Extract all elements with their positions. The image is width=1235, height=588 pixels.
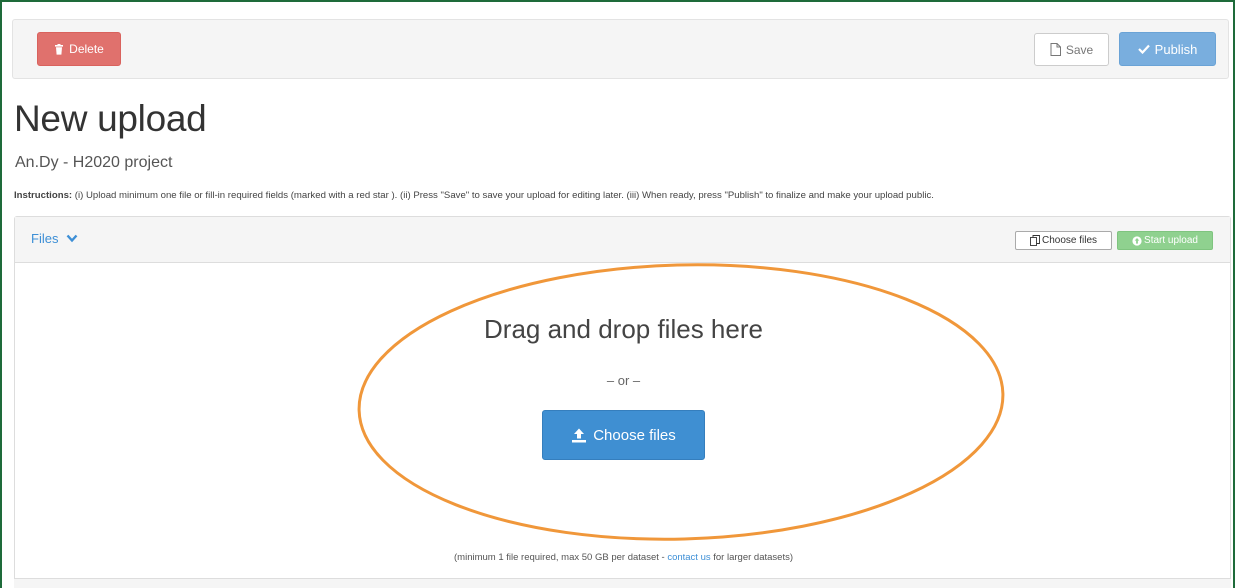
start-upload-label: Start upload — [1144, 235, 1198, 246]
check-icon — [1137, 44, 1150, 54]
choose-files-small-button[interactable]: Choose files — [1015, 231, 1112, 250]
drop-zone-text: Drag and drop files here — [484, 314, 763, 344]
files-toggle-label: Files — [31, 231, 59, 246]
files-panel: Files Choose files Start upload Drag and… — [14, 216, 1231, 588]
upload-circle-icon — [1132, 235, 1142, 246]
upload-icon — [572, 428, 587, 442]
start-upload-button[interactable]: Start upload — [1117, 231, 1213, 250]
files-icon — [1030, 235, 1040, 246]
save-label: Save — [1065, 42, 1094, 57]
page-title: New upload — [14, 98, 207, 139]
publish-button[interactable]: Publish — [1119, 32, 1216, 66]
page-subtitle: An.Dy - H2020 project — [15, 154, 173, 171]
save-button[interactable]: Save — [1034, 33, 1109, 66]
footnote-text-after: for larger datasets) — [710, 552, 793, 563]
files-toggle[interactable]: Files — [31, 231, 78, 246]
chevron-down-icon — [67, 234, 78, 243]
delete-button[interactable]: Delete — [37, 32, 121, 66]
instructions-label: Instructions: — [14, 190, 73, 201]
footnote-text-before: (minimum 1 file required, max 50 GB per … — [454, 552, 668, 563]
publish-label: Publish — [1154, 41, 1198, 57]
choose-files-small-label: Choose files — [1041, 235, 1098, 246]
files-panel-header: Files Choose files Start upload — [15, 217, 1230, 263]
choose-files-label: Choose files — [593, 426, 676, 444]
delete-label: Delete — [69, 42, 104, 56]
next-panel-edge — [14, 578, 1231, 588]
toolbar: Delete Save Publish — [12, 19, 1229, 79]
upload-footnote: (minimum 1 file required, max 50 GB per … — [15, 552, 1232, 563]
file-icon — [1050, 43, 1061, 56]
instructions-text: (i) Upload minimum one file or fill-in r… — [74, 190, 934, 201]
or-separator: – or – — [606, 373, 641, 388]
instructions: Instructions: (i) Upload minimum one fil… — [14, 190, 1229, 201]
choose-files-button[interactable]: Choose files — [542, 410, 705, 460]
contact-us-link[interactable]: contact us — [667, 552, 710, 563]
trash-icon — [55, 43, 64, 55]
